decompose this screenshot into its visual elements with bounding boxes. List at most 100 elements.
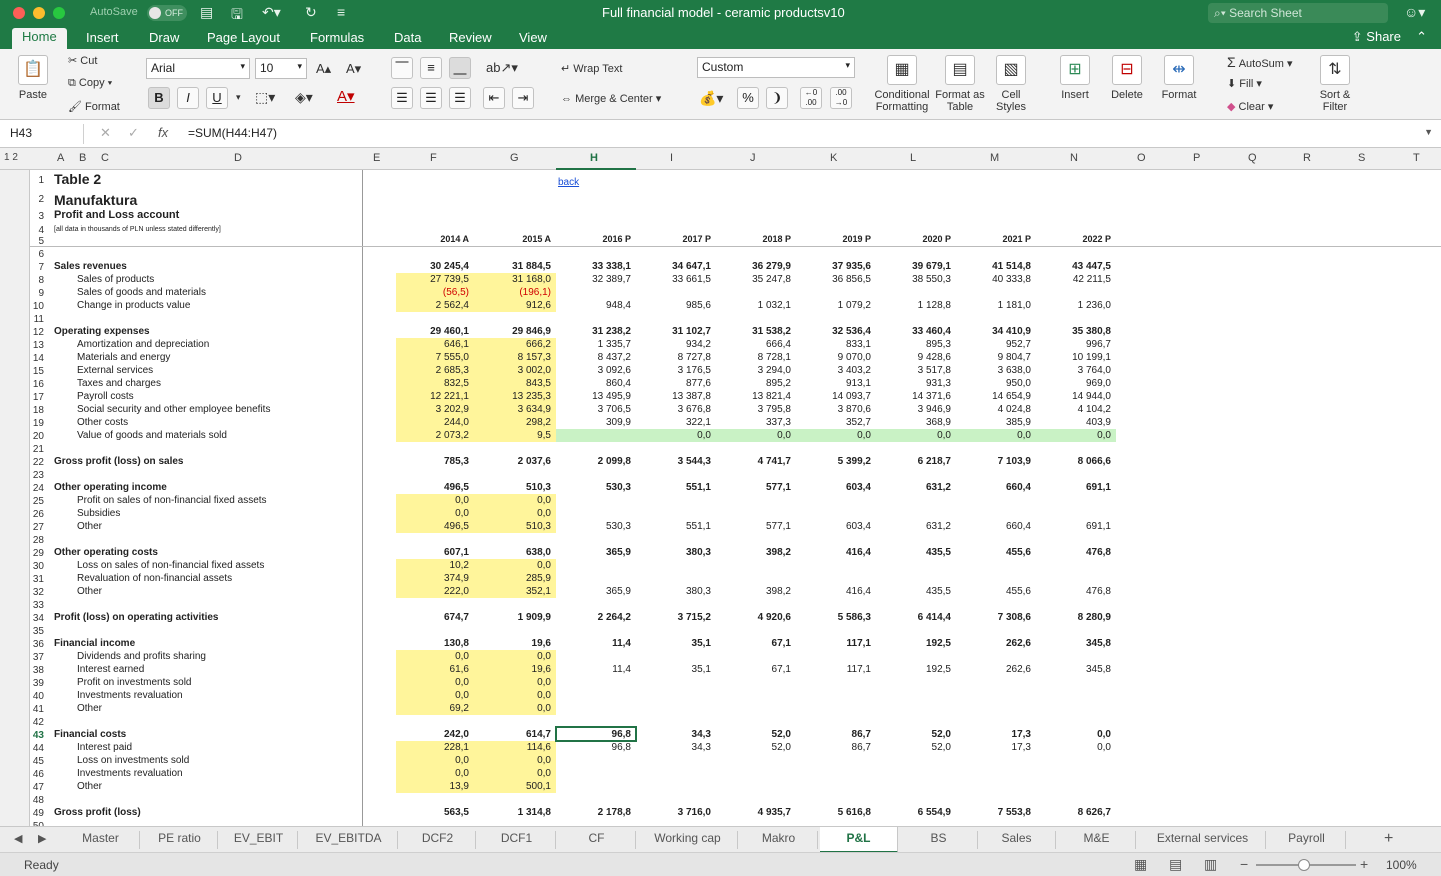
sheet-tab-makro[interactable]: Makro	[740, 831, 818, 849]
value-cell[interactable]: 860,4	[560, 377, 631, 390]
value-cell[interactable]: 398,2	[720, 585, 791, 598]
value-cell[interactable]: 631,2	[880, 481, 951, 494]
value-cell[interactable]: 32 389,7	[560, 273, 631, 286]
value-cell[interactable]: 5 616,8	[800, 806, 871, 819]
value-cell[interactable]: 7 308,6	[960, 611, 1031, 624]
font-name-select[interactable]: Arial ▾	[146, 58, 250, 79]
tab-insert[interactable]: Insert	[76, 29, 129, 48]
value-cell[interactable]: 510,3	[480, 520, 551, 533]
sheet-tab-payroll[interactable]: Payroll	[1268, 831, 1346, 849]
value-cell[interactable]: 192,5	[880, 637, 951, 650]
undo-icon[interactable]: ↶▾	[262, 4, 281, 21]
tab-draw[interactable]: Draw	[139, 29, 189, 48]
value-cell[interactable]: 3 638,0	[960, 364, 1031, 377]
value-cell[interactable]: 10,2	[398, 559, 469, 572]
clear-button[interactable]: ◆ Clear ▾	[1227, 100, 1273, 113]
page-break-view-icon[interactable]: ▥	[1204, 856, 1217, 873]
value-cell[interactable]: 35 247,8	[720, 273, 791, 286]
value-cell[interactable]: 130,8	[398, 637, 469, 650]
font-size-select[interactable]: 10 ▾	[255, 58, 307, 79]
value-cell[interactable]: 192,5	[880, 663, 951, 676]
value-cell[interactable]: 646,1	[398, 338, 469, 351]
value-cell[interactable]: 8 728,1	[720, 351, 791, 364]
value-cell[interactable]: 912,6	[480, 299, 551, 312]
value-cell[interactable]: 17,3	[960, 741, 1031, 754]
value-cell[interactable]: 0,0	[398, 754, 469, 767]
value-cell[interactable]: 455,6	[960, 585, 1031, 598]
value-cell[interactable]: 0,0	[480, 702, 551, 715]
increase-decimal-icon[interactable]: ←0.00	[800, 87, 822, 109]
value-cell[interactable]: 0,0	[960, 429, 1031, 442]
value-cell[interactable]: 67,1	[720, 637, 791, 650]
align-top-icon[interactable]: ⎺	[391, 57, 413, 79]
value-cell[interactable]: 0,0	[480, 676, 551, 689]
percent-button[interactable]: %	[737, 87, 759, 109]
value-cell[interactable]: 952,7	[960, 338, 1031, 351]
sheet-tab-ev-ebitda[interactable]: EV_EBITDA	[300, 831, 398, 849]
value-cell[interactable]: 19,6	[480, 663, 551, 676]
back-link[interactable]: back	[558, 176, 579, 189]
value-cell[interactable]: 262,6	[960, 663, 1031, 676]
column-header-f[interactable]: F	[430, 152, 437, 164]
value-cell[interactable]: 1 181,0	[960, 299, 1031, 312]
value-cell[interactable]: 34 410,9	[960, 325, 1031, 338]
value-cell[interactable]: 8 280,9	[1040, 611, 1111, 624]
align-center-icon[interactable]: ☰	[420, 87, 442, 109]
tab-home[interactable]: Home	[12, 28, 67, 49]
value-cell[interactable]: 380,3	[640, 546, 711, 559]
value-cell[interactable]: 8 066,6	[1040, 455, 1111, 468]
column-header-n[interactable]: N	[1070, 152, 1078, 164]
value-cell[interactable]: 3 403,2	[800, 364, 871, 377]
column-header-r[interactable]: R	[1303, 152, 1311, 164]
italic-button[interactable]: I	[177, 87, 199, 109]
value-cell[interactable]: 14 944,0	[1040, 390, 1111, 403]
value-cell[interactable]: 3 544,3	[640, 455, 711, 468]
value-cell[interactable]: 40 333,8	[960, 273, 1031, 286]
value-cell[interactable]: 43 447,5	[1040, 260, 1111, 273]
value-cell[interactable]: 577,1	[720, 520, 791, 533]
column-header-l[interactable]: L	[910, 152, 916, 164]
value-cell[interactable]: 3 715,2	[640, 611, 711, 624]
sheet-tab-dcf1[interactable]: DCF1	[478, 831, 556, 849]
number-format-select[interactable]: Custom ▾	[697, 57, 855, 78]
borders-icon[interactable]: ⬚▾	[255, 89, 275, 106]
value-cell[interactable]: 35,1	[640, 637, 711, 650]
align-right-icon[interactable]: ☰	[449, 87, 471, 109]
value-cell[interactable]: 14 654,9	[960, 390, 1031, 403]
value-cell[interactable]: 2 264,2	[560, 611, 631, 624]
value-cell[interactable]: 455,6	[960, 546, 1031, 559]
value-cell[interactable]: 11,4	[560, 637, 631, 650]
value-cell[interactable]: 3 716,0	[640, 806, 711, 819]
value-cell[interactable]: 1 079,2	[800, 299, 871, 312]
sort-filter-button[interactable]: ⇅ Sort & Filter	[1310, 55, 1360, 113]
copy-button[interactable]: ⧉ Copy ▾	[68, 77, 112, 90]
expand-formula-icon[interactable]: ▼	[1424, 127, 1433, 137]
value-cell[interactable]: 785,3	[398, 455, 469, 468]
value-cell[interactable]: 4 920,6	[720, 611, 791, 624]
value-cell[interactable]: 1 032,1	[720, 299, 791, 312]
value-cell[interactable]: 969,0	[1040, 377, 1111, 390]
conditional-formatting-button[interactable]: ▦ Conditional Formatting	[870, 55, 934, 113]
value-cell[interactable]: 0,0	[480, 767, 551, 780]
value-cell[interactable]: 666,4	[720, 338, 791, 351]
value-cell[interactable]: 298,2	[480, 416, 551, 429]
value-cell[interactable]: 6 554,9	[880, 806, 951, 819]
value-cell[interactable]: 13 821,4	[720, 390, 791, 403]
enter-icon[interactable]: ✓	[128, 125, 139, 141]
value-cell[interactable]: 7 103,9	[960, 455, 1031, 468]
value-cell[interactable]: 3 946,9	[880, 403, 951, 416]
customize-toolbar-icon[interactable]: ≡	[337, 4, 345, 20]
value-cell[interactable]: 530,3	[560, 481, 631, 494]
value-cell[interactable]: 35,1	[640, 663, 711, 676]
sheet-tab-cf[interactable]: CF	[558, 831, 636, 849]
column-header-a[interactable]: A	[57, 152, 64, 164]
bold-button[interactable]: B	[148, 87, 170, 109]
sheet-tab-dcf2[interactable]: DCF2	[400, 831, 476, 849]
value-cell[interactable]: 33 460,4	[880, 325, 951, 338]
value-cell[interactable]: 0,0	[1040, 741, 1111, 754]
value-cell[interactable]: 9 070,0	[800, 351, 871, 364]
column-header-h[interactable]: H	[590, 152, 598, 164]
value-cell[interactable]: 352,1	[480, 585, 551, 598]
value-cell[interactable]: 510,3	[480, 481, 551, 494]
value-cell[interactable]: 660,4	[960, 520, 1031, 533]
